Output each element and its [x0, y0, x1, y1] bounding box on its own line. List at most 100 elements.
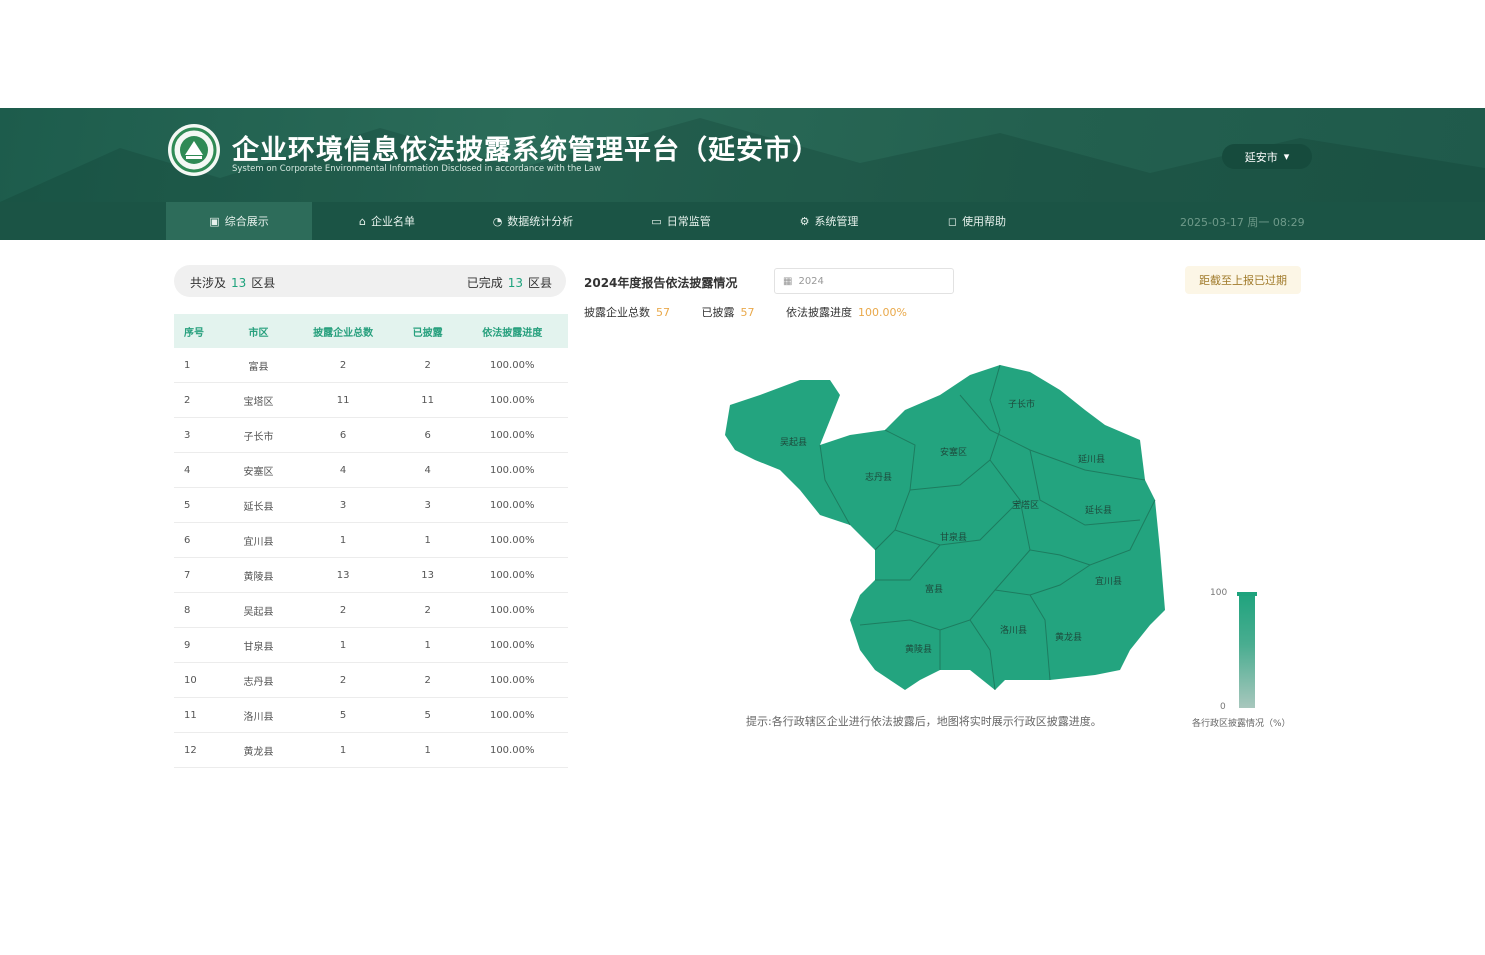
table-cell: 6	[174, 522, 230, 558]
table-row: 3 子长市 6 6 100.00%	[174, 417, 568, 453]
table-cell: 11	[174, 697, 230, 733]
table-cell: 6	[287, 417, 399, 453]
table-cell: 9	[174, 627, 230, 663]
table-cell: 100.00%	[456, 417, 568, 453]
stat-label: 披露企业总数	[584, 306, 650, 319]
map-district-label: 洛川县	[1000, 624, 1027, 636]
nav-item-label: 企业名单	[370, 215, 415, 228]
table-cell: 3	[398, 487, 457, 523]
table-cell: 100.00%	[456, 627, 568, 663]
map-district-label: 富县	[925, 583, 943, 595]
table-cell: 100.00%	[456, 697, 568, 733]
city-select-label: 延安市	[1244, 150, 1278, 164]
table-cell: 1	[398, 732, 457, 768]
table-cell: 3	[287, 487, 399, 523]
table-cell: 11	[398, 382, 457, 418]
table-cell: 延长县	[229, 487, 288, 523]
legend-bar-marker	[1237, 592, 1257, 596]
summary-done-count: 13	[507, 276, 523, 290]
table-row: 5 延长县 3 3 100.00%	[174, 487, 568, 523]
district-summary: 共涉及 13 区县 已完成 13 区县	[174, 265, 566, 297]
table-header-row: 序号 市区 披露企业总数 已披露 依法披露进度	[174, 314, 568, 348]
table-cell: 1	[398, 522, 457, 558]
table-cell: 甘泉县	[229, 627, 288, 663]
table-row: 4 安塞区 4 4 100.00%	[174, 452, 568, 488]
table-row: 10 志丹县 2 2 100.00%	[174, 662, 568, 698]
year-picker[interactable]: ▦ 2024	[774, 268, 954, 294]
map-district-label: 黄陵县	[905, 643, 932, 655]
table-cell: 5	[174, 487, 230, 523]
datetime: 2025-03-17 周一 08:29	[1180, 216, 1305, 229]
table-cell: 5	[398, 697, 457, 733]
grid-icon: ▣	[209, 214, 220, 228]
nav-item-statistics[interactable]: ◔ 数据统计分析	[460, 202, 606, 240]
gear-icon: ⚙	[799, 214, 810, 228]
table-row: 6 宜川县 1 1 100.00%	[174, 522, 568, 558]
table-row: 1 富县 2 2 100.00%	[174, 348, 568, 383]
logo-icon	[168, 124, 220, 176]
table-cell: 100.00%	[456, 662, 568, 698]
table-cell: 13	[398, 557, 457, 593]
table-cell: 100.00%	[456, 452, 568, 488]
stat-value: 57	[740, 306, 755, 319]
monitor-icon: ▭	[651, 214, 662, 228]
nav-item-system[interactable]: ⚙ 系统管理	[756, 202, 902, 240]
year-picker-value: 2024	[798, 275, 824, 287]
map-district-label: 宜川县	[1095, 575, 1122, 587]
main-nav: ▣ 综合展示 ⌂ 企业名单 ◔ 数据统计分析 ▭ 日常监管 ⚙ 系统管理 ◻ 使…	[0, 202, 1485, 240]
table-row: 8 吴起县 2 2 100.00%	[174, 592, 568, 628]
table-cell: 2	[287, 348, 399, 383]
table-cell: 1	[287, 627, 399, 663]
table-cell: 13	[287, 557, 399, 593]
page-title: 企业环境信息依法披露系统管理平台（延安市）	[232, 135, 820, 166]
home-icon: ⌂	[359, 214, 366, 228]
table-cell: 1	[174, 348, 230, 383]
column-header: 依法披露进度	[456, 314, 568, 348]
table-cell: 4	[174, 452, 230, 488]
report-stats: 披露企业总数 57 已披露 57 依法披露进度 100.00%	[584, 304, 935, 320]
nav-item-overview[interactable]: ▣ 综合展示	[166, 202, 312, 240]
summary-total: 共涉及 13 区县	[190, 274, 275, 291]
stat-value: 57	[656, 306, 670, 319]
table-row: 7 黄陵县 13 13 100.00%	[174, 557, 568, 593]
table-cell: 100.00%	[456, 487, 568, 523]
table-cell: 1	[398, 627, 457, 663]
table-cell: 2	[398, 662, 457, 698]
column-header: 序号	[174, 314, 230, 348]
map-district-label: 黄龙县	[1055, 631, 1082, 643]
legend-caption: 各行政区披露情况（%）	[1192, 719, 1291, 729]
map-district-label: 甘泉县	[940, 531, 967, 543]
nav-item-label: 系统管理	[814, 215, 859, 228]
table-cell: 100.00%	[456, 592, 568, 628]
table-cell: 1	[287, 732, 399, 768]
table-cell: 1	[287, 522, 399, 558]
table-cell: 5	[287, 697, 399, 733]
table-cell: 志丹县	[229, 662, 288, 698]
table-row: 11 洛川县 5 5 100.00%	[174, 697, 568, 733]
city-select[interactable]: 延安市 ▾	[1222, 144, 1312, 169]
table-cell: 宜川县	[229, 522, 288, 558]
summary-total-prefix: 共涉及	[190, 276, 227, 290]
table-cell: 安塞区	[229, 452, 288, 488]
table-cell: 富县	[229, 348, 288, 383]
nav-item-label: 数据统计分析	[507, 215, 574, 228]
map-outline	[725, 365, 1165, 690]
table-cell: 6	[398, 417, 457, 453]
nav-item-enterprises[interactable]: ⌂ 企业名单	[314, 202, 460, 240]
column-header: 已披露	[398, 314, 457, 348]
stat-value: 100.00%	[858, 306, 907, 319]
nav-item-help[interactable]: ◻ 使用帮助	[904, 202, 1050, 240]
map-district-label: 延川县	[1078, 453, 1105, 465]
stat-label: 依法披露进度	[786, 306, 852, 319]
table-cell: 2	[398, 592, 457, 628]
map-hint: 提示:各行政辖区企业进行依法披露后，地图将实时展示行政区披露进度。	[746, 715, 1102, 728]
table-cell: 3	[174, 417, 230, 453]
nav-item-supervision[interactable]: ▭ 日常监管	[608, 202, 754, 240]
table-cell: 100.00%	[456, 732, 568, 768]
summary-done-suffix: 区县	[527, 276, 552, 290]
table-cell: 4	[398, 452, 457, 488]
summary-total-suffix: 区县	[251, 276, 276, 290]
chevron-down-icon: ▾	[1283, 150, 1290, 163]
table-cell: 10	[174, 662, 230, 698]
legend-bar	[1237, 592, 1257, 708]
